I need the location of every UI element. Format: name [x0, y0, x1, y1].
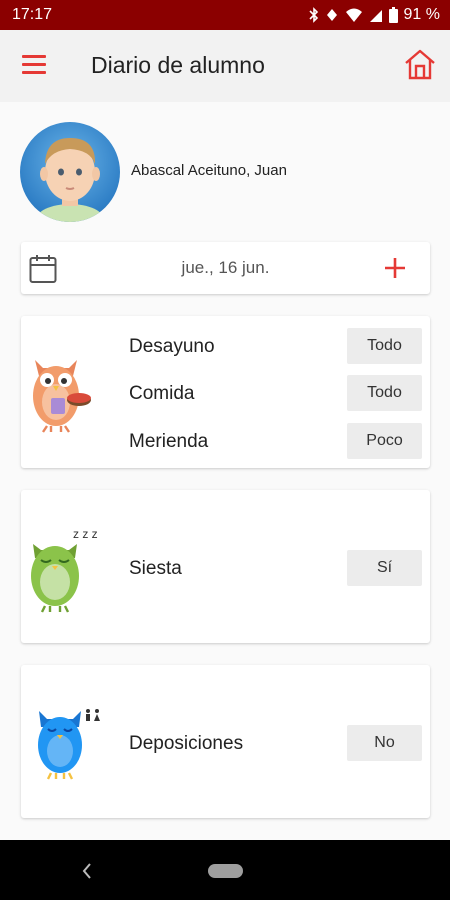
student-name: Abascal Aceituno, Juan [131, 162, 287, 179]
zzz-text: z z z [73, 527, 98, 541]
meal-label-desayuno: Desayuno [129, 336, 215, 357]
deposiciones-card: Deposiciones No [21, 665, 430, 818]
main-content: Abascal Aceituno, Juan jue., 16 jun. Des… [0, 102, 450, 840]
system-nav-bar [0, 840, 450, 900]
page-title: Diario de alumno [91, 52, 265, 78]
owl-eating-icon [33, 360, 91, 433]
owl-bathroom-icon [38, 709, 100, 780]
signal-icon [369, 10, 382, 22]
child-photo [36, 138, 104, 222]
battery-icon [388, 7, 398, 23]
deposiciones-value[interactable]: No [347, 725, 422, 761]
siesta-label: Siesta [129, 558, 182, 579]
meals-card: Desayuno Todo Comida Todo Merienda Poco [21, 316, 430, 468]
home-icon[interactable] [403, 48, 437, 82]
app-bar: Diario de alumno [0, 30, 450, 102]
plus-icon[interactable] [382, 255, 408, 281]
deposiciones-label: Deposiciones [129, 733, 244, 754]
meal-value-desayuno[interactable]: Todo [347, 328, 422, 364]
meal-value-merienda[interactable]: Poco [347, 423, 422, 459]
battery-percent: 91 % [403, 6, 440, 23]
date-selector: jue., 16 jun. [21, 242, 430, 294]
owl-sleeping-icon: z z z [31, 527, 98, 613]
home-pill[interactable] [208, 864, 243, 878]
meal-label-comida: Comida [129, 383, 195, 404]
vibrate-icon [326, 9, 337, 21]
wifi-icon [345, 8, 362, 22]
student-profile: Abascal Aceituno, Juan [20, 122, 440, 222]
meal-value-comida[interactable]: Todo [347, 375, 422, 411]
status-time: 17:17 [12, 6, 53, 23]
selected-date[interactable]: jue., 16 jun. [21, 258, 430, 278]
bluetooth-icon [308, 7, 318, 23]
hamburger-menu-icon[interactable] [22, 54, 48, 76]
status-bar: 17:17 91 % [0, 0, 450, 30]
back-icon[interactable] [80, 862, 94, 880]
status-icons: 91 % [308, 6, 440, 24]
siesta-value[interactable]: Sí [347, 550, 422, 586]
avatar [20, 122, 120, 222]
siesta-card: z z z Siesta Sí [21, 490, 430, 643]
meal-label-merienda: Merienda [129, 431, 209, 452]
